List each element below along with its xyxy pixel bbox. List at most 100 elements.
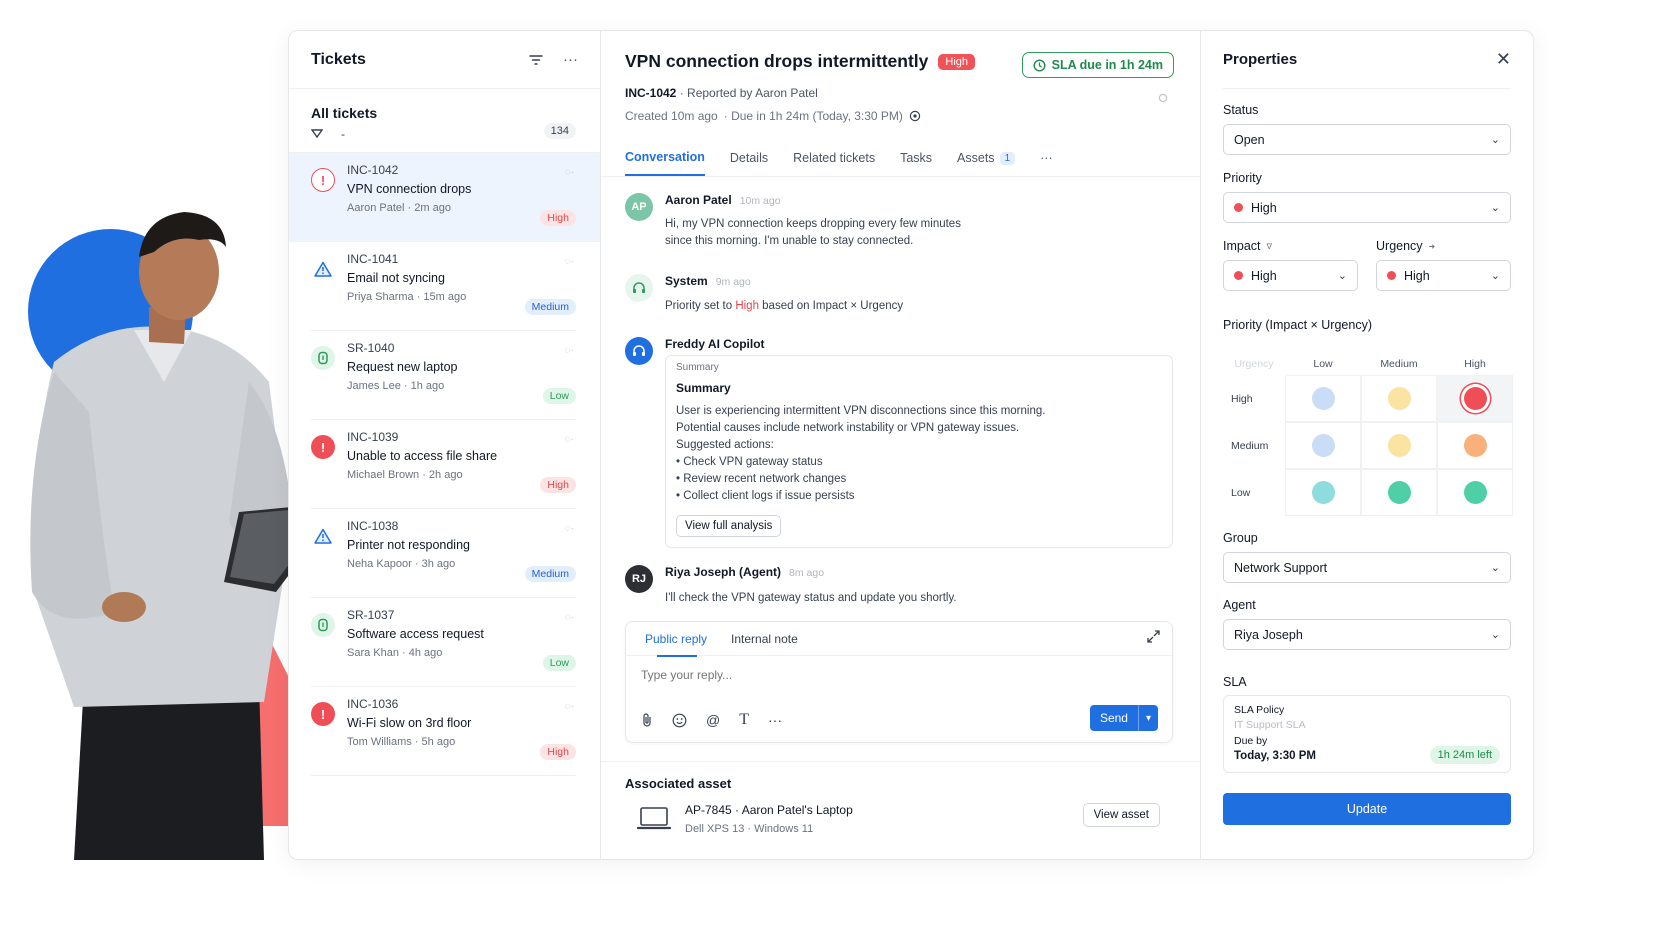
matrix-cell[interactable] (1437, 422, 1513, 469)
avatar (625, 337, 653, 365)
mention-icon[interactable]: @ (706, 712, 720, 728)
chevron-down-icon: ⌄ (1490, 629, 1500, 641)
tab-related-tickets[interactable]: Related tickets (793, 150, 875, 176)
impact-info-icon: ᐁ (1266, 241, 1272, 251)
message-ai-copilot: Freddy AI Copilot Summary Summary User i… (625, 337, 1174, 548)
matrix-row-label: Low (1231, 486, 1251, 499)
matrix-cell[interactable] (1361, 422, 1437, 469)
ticket-list-item[interactable]: SR-1037 Software access request Sara Kha… (311, 598, 576, 687)
matrix-cell[interactable] (1361, 469, 1437, 516)
matrix-dot (1387, 481, 1411, 504)
ticket-subject: Software access request (347, 627, 484, 641)
assign-icon[interactable]: ◌· (565, 345, 574, 356)
tab-tasks[interactable]: Tasks (900, 150, 932, 176)
urgency-dot-icon (1387, 271, 1396, 280)
system-text-priority: High (735, 300, 759, 312)
text-format-icon[interactable]: T (739, 711, 749, 729)
close-icon[interactable]: ✕ (1496, 49, 1511, 70)
ticket-list-item[interactable]: SR-1040 Request new laptop James Lee · 1… (311, 331, 576, 420)
ticket-count-badge: 134 (543, 123, 576, 139)
matrix-dot (1387, 434, 1411, 457)
emoji-icon[interactable] (672, 713, 687, 728)
chevron-down-icon: ⌄ (1490, 562, 1500, 574)
properties-panel: Properties ✕ Status Open ⌄ Priority High… (1201, 31, 1533, 859)
status-select[interactable]: Open ⌄ (1223, 124, 1511, 155)
system-text-c: based on Impact × Urgency (758, 300, 904, 312)
view-dropdown-icon[interactable]: - (341, 127, 345, 141)
ai-line: • Check VPN gateway status (676, 456, 823, 468)
expand-icon[interactable] (1147, 630, 1160, 643)
group-value: Network Support (1234, 560, 1328, 575)
matrix-cell[interactable] (1361, 375, 1437, 422)
filter-icon[interactable] (529, 54, 543, 66)
priority-select[interactable]: High ⌄ (1223, 192, 1511, 223)
tab-assets[interactable]: Assets 1 (957, 150, 1016, 176)
send-options-chevron-icon[interactable]: ▾ (1137, 705, 1158, 731)
due-time: · Due in 1h 24m (Today, 3:30 PM) (723, 109, 903, 123)
ticket-list-panel: Tickets ··· All tickets - 134 ! INC-1042… (289, 31, 601, 859)
matrix-column-label: Medium (1380, 358, 1418, 370)
funnel-icon[interactable] (311, 129, 323, 139)
priority-badge: High (540, 744, 576, 760)
reply-input[interactable] (626, 656, 1172, 694)
tabs-more-icon[interactable]: ··· (1040, 150, 1053, 176)
ai-line: • Review recent network changes (676, 473, 847, 485)
tab-conversation[interactable]: Conversation (625, 150, 705, 176)
watch-icon[interactable] (909, 110, 921, 122)
ticket-list-item[interactable]: INC-1041 Email not syncing Priya Sharma … (311, 242, 576, 331)
view-full-analysis-button[interactable]: View full analysis (676, 515, 782, 537)
ticket-id: INC-1042 (347, 163, 399, 177)
headset-icon (633, 282, 645, 293)
matrix-cell[interactable] (1437, 375, 1513, 422)
matrix-cell[interactable] (1285, 422, 1361, 469)
ai-line: Suggested actions: (676, 439, 774, 451)
assign-icon[interactable]: ◌· (565, 523, 574, 534)
matrix-cell[interactable] (1285, 469, 1361, 516)
urgency-info-icon: ➜ (1428, 241, 1436, 251)
more-tools-icon[interactable]: ··· (768, 712, 782, 728)
priority-matrix: Urgency Low Medium High High Medium Low (1223, 353, 1513, 516)
view-asset-button[interactable]: View asset (1082, 803, 1160, 827)
ticket-list-item[interactable]: ! INC-1036 Wi-Fi slow on 3rd floor Tom W… (311, 687, 576, 776)
agent-select[interactable]: Riya Joseph ⌄ (1223, 619, 1511, 650)
system-text-a: Priority set to (665, 300, 736, 312)
urgency-select[interactable]: High ⌄ (1376, 260, 1511, 291)
tab-details[interactable]: Details (730, 150, 768, 176)
send-button[interactable]: Send ▾ (1089, 705, 1158, 731)
sla-due-chip[interactable]: SLA due in 1h 24m (1021, 52, 1174, 78)
sla-time-left-badge: 1h 24m left (1429, 746, 1500, 764)
assign-icon[interactable]: ◌· (565, 434, 574, 445)
sla-policy-key: SLA Policy (1234, 704, 1285, 716)
assign-icon[interactable]: ◌· (565, 701, 574, 712)
alert-circle-icon: ! (311, 435, 335, 459)
impact-select[interactable]: High ⌄ (1223, 260, 1358, 291)
alert-circle-icon: ! (311, 168, 335, 192)
assign-icon[interactable]: ◌· (565, 612, 574, 623)
matrix-cell[interactable] (1437, 469, 1513, 516)
update-button[interactable]: Update (1223, 793, 1511, 825)
matrix-dot (1463, 387, 1487, 410)
matrix-cell[interactable] (1285, 375, 1361, 422)
assign-icon[interactable]: ◌· (565, 256, 574, 267)
laptop-icon (637, 807, 671, 830)
asset-specs: Dell XPS 13 · Windows 11 (685, 823, 814, 835)
priority-label: Priority (1223, 171, 1262, 185)
ticket-list-item[interactable]: INC-1038 Printer not responding Neha Kap… (311, 509, 576, 598)
sla-label-row: SLA (1223, 675, 1511, 696)
message-author: Freddy AI Copilot (665, 337, 765, 351)
tab-public-reply[interactable]: Public reply (645, 632, 707, 657)
ticket-list-item[interactable]: ! INC-1042 VPN connection drops Aaron Pa… (289, 153, 600, 242)
ticket-view-selector[interactable]: All tickets - 134 (289, 89, 600, 153)
group-select[interactable]: Network Support ⌄ (1223, 552, 1511, 583)
attachment-icon[interactable] (641, 713, 653, 727)
tab-internal-note[interactable]: Internal note (731, 632, 798, 646)
ai-line: Potential causes include network instabi… (676, 422, 1020, 434)
ticket-list-item[interactable]: ! INC-1039 Unable to access file share M… (311, 420, 576, 509)
more-options-icon[interactable]: ··· (563, 51, 578, 68)
assign-icon[interactable]: ◌· (565, 167, 574, 178)
ticket-tabs: Conversation Details Related tickets Tas… (625, 150, 1053, 176)
message-author: System (665, 274, 708, 288)
ai-summary-card: Summary Summary User is experiencing int… (665, 355, 1173, 548)
message-text-line-2: since this morning. I'm unable to stay c… (665, 235, 914, 247)
asset-name[interactable]: AP-7845 · Aaron Patel's Laptop (685, 803, 853, 817)
